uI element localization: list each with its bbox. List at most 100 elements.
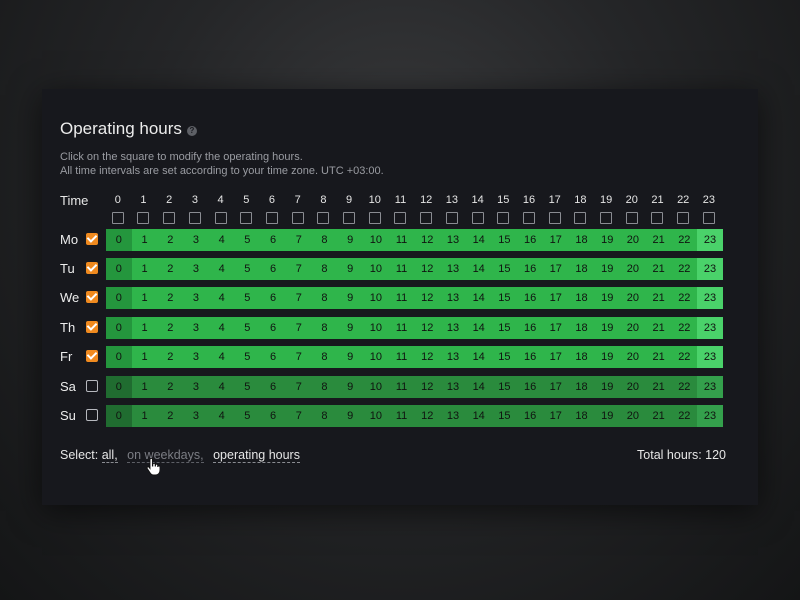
- hour-cell[interactable]: 5: [234, 229, 261, 251]
- hour-checkbox[interactable]: [600, 212, 613, 224]
- hour-checkbox[interactable]: [188, 212, 201, 224]
- hour-cell[interactable]: 15: [491, 258, 518, 280]
- hour-cell[interactable]: 14: [465, 229, 492, 251]
- hour-checkbox[interactable]: [497, 212, 510, 224]
- hour-cell[interactable]: 1: [131, 346, 158, 368]
- hour-cell[interactable]: 20: [620, 229, 646, 251]
- hour-cell[interactable]: 18: [568, 317, 595, 339]
- hour-cell[interactable]: 12: [414, 317, 441, 339]
- hour-cell[interactable]: 11: [388, 346, 415, 368]
- hour-cell[interactable]: 7: [285, 346, 312, 368]
- hour-cell[interactable]: 7: [285, 287, 312, 309]
- hour-cell[interactable]: 19: [594, 405, 621, 427]
- hour-cell[interactable]: 1: [131, 376, 158, 398]
- hour-cell[interactable]: 19: [594, 346, 621, 368]
- hour-cell[interactable]: 3: [183, 317, 209, 339]
- hour-cell[interactable]: 23: [697, 317, 723, 339]
- hour-cell[interactable]: 7: [285, 405, 312, 427]
- hour-cell[interactable]: 21: [645, 258, 672, 280]
- hour-checkbox[interactable]: [625, 212, 638, 224]
- hour-cell[interactable]: 17: [542, 405, 569, 427]
- hour-cell[interactable]: 14: [465, 258, 492, 280]
- hour-checkbox[interactable]: [343, 212, 356, 224]
- hour-cell[interactable]: 11: [388, 317, 415, 339]
- hour-cell[interactable]: 11: [388, 229, 415, 251]
- hour-cell[interactable]: 1: [131, 287, 158, 309]
- hour-cell[interactable]: 9: [337, 317, 364, 339]
- hour-cell[interactable]: 18: [568, 258, 595, 280]
- hour-cell[interactable]: 9: [337, 229, 364, 251]
- hour-checkbox[interactable]: [420, 212, 433, 224]
- hour-cell[interactable]: 15: [491, 229, 518, 251]
- hour-cell[interactable]: 6: [260, 287, 286, 309]
- hour-cell[interactable]: 4: [208, 317, 235, 339]
- hour-cell[interactable]: 21: [645, 346, 672, 368]
- hour-cell[interactable]: 15: [491, 346, 518, 368]
- hour-cell[interactable]: 11: [388, 287, 415, 309]
- hour-checkbox[interactable]: [163, 212, 176, 224]
- hour-cell[interactable]: 16: [517, 287, 543, 309]
- hour-cell[interactable]: 9: [337, 346, 364, 368]
- hour-cell[interactable]: 20: [620, 258, 646, 280]
- hour-checkbox[interactable]: [651, 212, 664, 224]
- hour-cell[interactable]: 16: [517, 229, 543, 251]
- hour-cell[interactable]: 10: [363, 287, 389, 309]
- hour-cell[interactable]: 12: [414, 376, 441, 398]
- hour-checkbox[interactable]: [368, 212, 381, 224]
- hour-cell[interactable]: 0: [106, 346, 132, 368]
- hour-cell[interactable]: 4: [208, 258, 235, 280]
- hour-cell[interactable]: 6: [260, 258, 286, 280]
- hour-cell[interactable]: 18: [568, 405, 595, 427]
- hour-checkbox[interactable]: [471, 212, 484, 224]
- day-checkbox[interactable]: [86, 321, 98, 333]
- hour-checkbox[interactable]: [522, 212, 535, 224]
- hour-cell[interactable]: 14: [465, 287, 492, 309]
- day-checkbox[interactable]: [86, 380, 98, 392]
- hour-cell[interactable]: 10: [363, 258, 389, 280]
- hour-cell[interactable]: 22: [671, 258, 698, 280]
- hour-cell[interactable]: 3: [183, 258, 209, 280]
- hour-cell[interactable]: 6: [260, 376, 286, 398]
- day-checkbox[interactable]: [86, 409, 98, 421]
- hour-checkbox[interactable]: [291, 212, 304, 224]
- hour-cell[interactable]: 20: [620, 376, 646, 398]
- hour-cell[interactable]: 19: [594, 317, 621, 339]
- hour-cell[interactable]: 17: [542, 229, 569, 251]
- hour-cell[interactable]: 7: [285, 229, 312, 251]
- hour-cell[interactable]: 23: [697, 346, 723, 368]
- hour-cell[interactable]: 8: [311, 229, 338, 251]
- hour-cell[interactable]: 14: [465, 317, 492, 339]
- hour-cell[interactable]: 5: [234, 376, 261, 398]
- hour-cell[interactable]: 17: [542, 376, 569, 398]
- hour-cell[interactable]: 20: [620, 317, 646, 339]
- hour-cell[interactable]: 4: [208, 287, 235, 309]
- hour-cell[interactable]: 7: [285, 258, 312, 280]
- hour-cell[interactable]: 1: [131, 405, 158, 427]
- hour-cell[interactable]: 8: [311, 376, 338, 398]
- hour-cell[interactable]: 23: [697, 287, 723, 309]
- question-circle-icon[interactable]: ?: [186, 125, 197, 136]
- hour-cell[interactable]: 16: [517, 346, 543, 368]
- hour-cell[interactable]: 13: [440, 376, 466, 398]
- hour-cell[interactable]: 21: [645, 317, 672, 339]
- hour-cell[interactable]: 2: [157, 317, 184, 339]
- hour-cell[interactable]: 22: [671, 405, 698, 427]
- hour-cell[interactable]: 10: [363, 405, 389, 427]
- hour-cell[interactable]: 1: [131, 317, 158, 339]
- select-operating-hours-link[interactable]: operating hours: [213, 448, 300, 463]
- hour-cell[interactable]: 9: [337, 376, 364, 398]
- hour-cell[interactable]: 2: [157, 287, 184, 309]
- select-all-link[interactable]: all,: [101, 448, 118, 463]
- hour-cell[interactable]: 3: [183, 346, 209, 368]
- select-weekdays-link[interactable]: on weekdays,: [127, 448, 204, 463]
- hour-cell[interactable]: 0: [106, 376, 132, 398]
- hour-cell[interactable]: 19: [594, 258, 621, 280]
- hour-cell[interactable]: 2: [157, 229, 184, 251]
- hour-cell[interactable]: 8: [311, 346, 338, 368]
- hour-cell[interactable]: 13: [440, 229, 466, 251]
- hour-cell[interactable]: 5: [234, 258, 261, 280]
- hour-cell[interactable]: 12: [414, 346, 441, 368]
- hour-cell[interactable]: 0: [106, 229, 132, 251]
- hour-checkbox[interactable]: [317, 212, 330, 224]
- hour-cell[interactable]: 14: [465, 376, 492, 398]
